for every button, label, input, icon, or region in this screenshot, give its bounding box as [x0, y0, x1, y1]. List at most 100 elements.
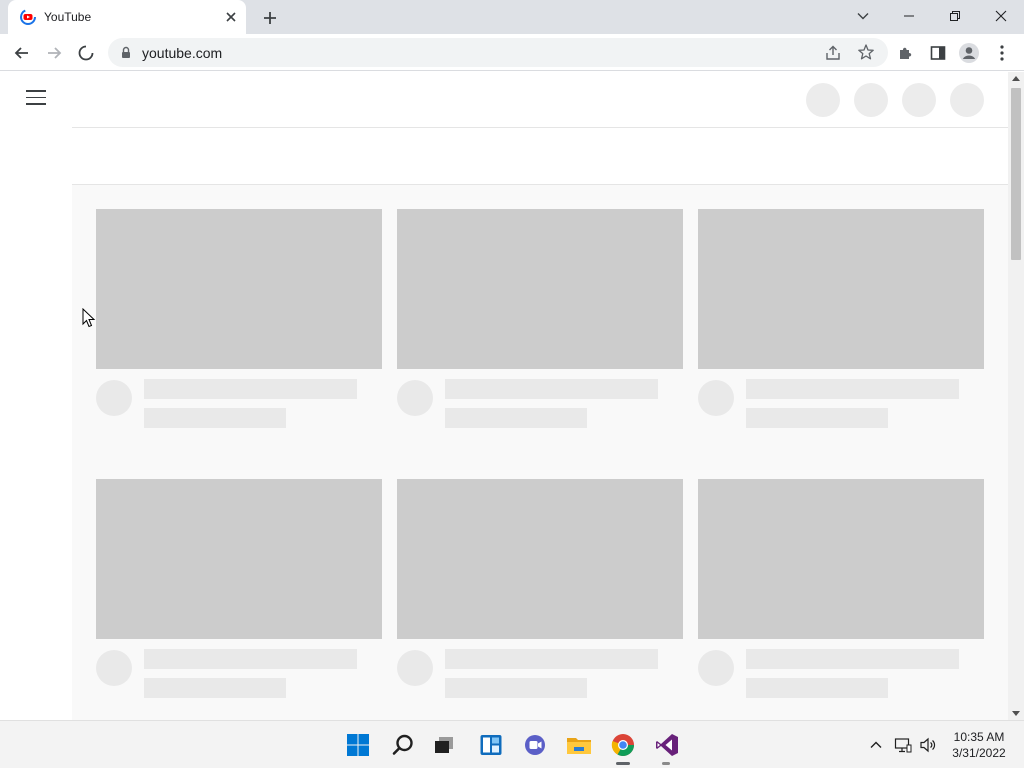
network-icon	[894, 738, 912, 753]
thumbnail-placeholder	[397, 209, 683, 369]
restore-button[interactable]	[932, 0, 978, 32]
channel-avatar-placeholder	[397, 650, 433, 686]
visual-studio-running-indicator	[662, 762, 670, 765]
chevron-down-icon	[857, 13, 869, 20]
title-placeholder	[144, 379, 357, 399]
tab-title: YouTube	[44, 10, 92, 24]
scroll-down-arrow-icon[interactable]	[1012, 711, 1020, 716]
mouse-cursor-icon	[82, 308, 96, 328]
meta-placeholder	[445, 678, 587, 698]
guide-menu-icon[interactable]	[26, 90, 46, 106]
youtube-favicon-icon	[20, 9, 36, 25]
tab-strip: YouTube	[0, 0, 1024, 34]
title-placeholder	[445, 649, 658, 669]
header-placeholder-3	[902, 83, 936, 117]
close-tab-icon[interactable]	[222, 8, 240, 26]
thumbnail-placeholder	[96, 479, 382, 639]
meta-placeholder	[144, 408, 286, 428]
arrow-left-icon	[14, 47, 28, 59]
browser-toolbar: youtube.com	[0, 34, 1024, 71]
minimize-icon	[904, 15, 914, 17]
address-bar[interactable]: youtube.com	[108, 38, 888, 67]
title-placeholder	[746, 379, 959, 399]
video-card-skeleton	[397, 209, 683, 428]
video-card-skeleton	[397, 479, 683, 698]
folder-icon	[567, 738, 591, 754]
minimize-button[interactable]	[886, 0, 932, 32]
video-card-skeleton	[96, 209, 382, 428]
page-scrollbar[interactable]	[1008, 72, 1024, 720]
chrome-running-indicator	[616, 762, 630, 765]
widgets-icon	[480, 735, 502, 755]
header-placeholder-4	[950, 83, 984, 117]
title-placeholder	[144, 649, 357, 669]
channel-avatar-placeholder	[698, 650, 734, 686]
title-placeholder	[746, 649, 959, 669]
clock-time: 10:35 AM	[953, 730, 1005, 744]
thumbnail-placeholder	[397, 479, 683, 639]
windows-logo-icon	[347, 734, 369, 756]
start-button[interactable]	[344, 731, 372, 759]
file-explorer-button[interactable]	[565, 731, 593, 759]
search-button[interactable]	[389, 731, 417, 759]
header-placeholder-1	[806, 83, 840, 117]
video-card-skeleton	[698, 209, 984, 428]
restore-icon	[950, 11, 960, 21]
youtube-page	[0, 72, 1008, 720]
chevron-up-icon	[870, 741, 882, 748]
scroll-thumb[interactable]	[1011, 88, 1021, 260]
profile-button[interactable]	[958, 42, 980, 64]
channel-avatar-placeholder	[698, 380, 734, 416]
meta-placeholder	[445, 408, 587, 428]
visual-studio-icon	[656, 734, 678, 756]
meta-placeholder	[746, 408, 888, 428]
loading-spinner-icon	[78, 45, 94, 61]
clock[interactable]: 10:35 AM 3/31/2022	[944, 729, 1014, 761]
close-icon	[995, 10, 1007, 22]
side-panel-icon	[930, 46, 946, 60]
scroll-up-arrow-icon[interactable]	[1012, 76, 1020, 81]
url-text[interactable]: youtube.com	[142, 45, 222, 61]
title-placeholder	[445, 379, 658, 399]
forward-button[interactable]	[41, 40, 67, 66]
show-hidden-icons-button[interactable]	[866, 735, 886, 755]
clock-date: 3/31/2022	[952, 746, 1006, 760]
task-view-icon	[435, 737, 453, 753]
search-icon	[392, 734, 413, 755]
thumbnail-placeholder	[96, 209, 382, 369]
header-placeholder-2	[854, 83, 888, 117]
arrow-right-icon	[48, 47, 62, 59]
side-panel-button[interactable]	[927, 42, 949, 64]
puzzle-icon	[900, 47, 912, 59]
stop-loading-button[interactable]	[73, 40, 99, 66]
network-button[interactable]	[893, 735, 913, 755]
back-button[interactable]	[9, 40, 35, 66]
channel-avatar-placeholder	[96, 650, 132, 686]
video-grid	[72, 185, 1008, 720]
channel-avatar-placeholder	[397, 380, 433, 416]
lock-icon[interactable]	[120, 46, 132, 59]
widgets-button[interactable]	[477, 731, 505, 759]
video-card-skeleton	[96, 479, 382, 698]
thumbnail-placeholder	[698, 209, 984, 369]
tab-search-button[interactable]	[840, 0, 886, 32]
more-vert-icon	[1000, 45, 1004, 61]
teams-chat-button[interactable]	[521, 731, 549, 759]
chrome-taskbar-button[interactable]	[609, 731, 637, 759]
teams-chat-icon	[525, 735, 545, 755]
masthead-divider	[72, 127, 1008, 128]
tab-youtube[interactable]: YouTube	[8, 0, 246, 34]
meta-placeholder	[746, 678, 888, 698]
volume-button[interactable]	[918, 735, 938, 755]
extensions-button[interactable]	[895, 42, 917, 64]
close-window-button[interactable]	[978, 0, 1024, 32]
thumbnail-placeholder	[698, 479, 984, 639]
windows-taskbar: 10:35 AM 3/31/2022	[0, 720, 1024, 768]
chrome-menu-button[interactable]	[991, 42, 1013, 64]
profile-avatar-icon	[959, 43, 979, 63]
share-icon[interactable]	[824, 44, 842, 62]
new-tab-icon[interactable]	[258, 6, 282, 30]
visual-studio-button[interactable]	[653, 731, 681, 759]
task-view-button[interactable]	[430, 731, 458, 759]
bookmark-star-icon[interactable]	[857, 43, 875, 61]
